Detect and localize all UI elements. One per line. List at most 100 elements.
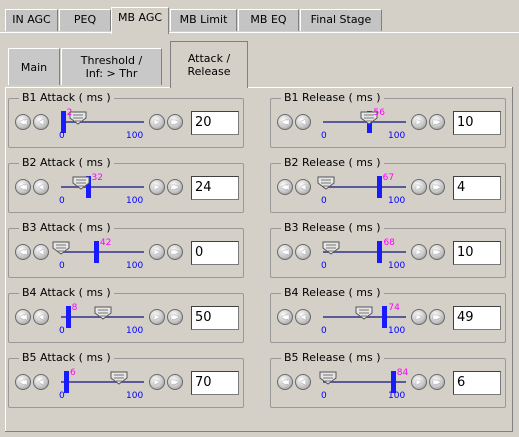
decrement-fast-button[interactable]: ◀◀ [15, 309, 31, 325]
decrement-button[interactable]: ◀ [33, 309, 49, 325]
value-indicator-bar [65, 306, 71, 328]
increment-fast-button[interactable]: ▶▶ [167, 179, 183, 195]
value-input[interactable]: 4 [453, 176, 501, 200]
increment-button[interactable]: ▶ [411, 309, 427, 325]
value-input[interactable]: 20 [191, 111, 239, 135]
indicator-value-label: 8 [71, 303, 78, 313]
value-indicator-bar [60, 111, 66, 133]
slider-min-label: 0 [59, 196, 65, 206]
value-input[interactable]: 6 [453, 371, 501, 395]
group-title: B3 Release ( ms ) [281, 221, 384, 234]
slider-thumb[interactable] [110, 371, 128, 385]
increment-button[interactable]: ▶ [411, 244, 427, 260]
value-input[interactable]: 10 [453, 111, 501, 135]
decrement-button[interactable]: ◀ [33, 374, 49, 390]
slider-track[interactable] [61, 381, 144, 383]
increment-fast-button[interactable]: ▶▶ [167, 309, 183, 325]
subtab-divider [5, 87, 513, 88]
slider-min-label: 0 [321, 391, 327, 401]
tab-peq[interactable]: PEQ [59, 9, 111, 31]
decrement-fast-button[interactable]: ◀◀ [15, 374, 31, 390]
decrement-fast-button[interactable]: ◀◀ [15, 114, 31, 130]
group-title: B1 Attack ( ms ) [19, 91, 114, 104]
param-group: B5 Release ( ms ) ◀◀ ◀ 84 0 100 ▶ ▶▶ 6 [270, 351, 506, 408]
decrement-fast-button[interactable]: ◀◀ [277, 309, 293, 325]
decrement-fast-button[interactable]: ◀◀ [277, 244, 293, 260]
group-title: B5 Attack ( ms ) [19, 351, 114, 364]
decrement-button[interactable]: ◀ [295, 179, 311, 195]
increment-fast-button[interactable]: ▶▶ [429, 114, 445, 130]
slider-thumb[interactable] [355, 306, 373, 320]
indicator-value-label: 2 [66, 108, 73, 118]
slider-thumb[interactable] [319, 371, 337, 385]
decrement-fast-button[interactable]: ◀◀ [15, 244, 31, 260]
panel-border-bottom [5, 431, 513, 432]
decrement-fast-button[interactable]: ◀◀ [277, 179, 293, 195]
subtab-main[interactable]: Main [8, 48, 60, 85]
increment-fast-button[interactable]: ▶▶ [429, 309, 445, 325]
value-input[interactable]: 49 [453, 306, 501, 330]
increment-button[interactable]: ▶ [411, 374, 427, 390]
value-indicator-bar [376, 176, 382, 198]
value-input[interactable]: 0 [191, 241, 239, 265]
increment-button[interactable]: ▶ [149, 179, 165, 195]
group-title: B2 Release ( ms ) [281, 156, 384, 169]
decrement-button[interactable]: ◀ [295, 374, 311, 390]
slider-track[interactable] [61, 251, 144, 253]
slider-min-label: 0 [321, 326, 327, 336]
slider-thumb[interactable] [72, 176, 90, 190]
decrement-fast-button[interactable]: ◀◀ [15, 179, 31, 195]
value-input[interactable]: 70 [191, 371, 239, 395]
decrement-fast-button[interactable]: ◀◀ [277, 374, 293, 390]
increment-button[interactable]: ▶ [149, 114, 165, 130]
decrement-button[interactable]: ◀ [295, 244, 311, 260]
slider-min-label: 0 [59, 391, 65, 401]
slider-min-label: 0 [59, 326, 65, 336]
tab-final-stage[interactable]: Final Stage [300, 9, 382, 31]
increment-button[interactable]: ▶ [149, 244, 165, 260]
tab-mb-eq[interactable]: MB EQ [238, 9, 299, 31]
slider-thumb[interactable] [52, 241, 70, 255]
tab-mb-limit[interactable]: MB Limit [170, 9, 237, 31]
param-group: B2 Release ( ms ) ◀◀ ◀ 67 0 100 ▶ ▶▶ 4 [270, 156, 506, 213]
increment-fast-button[interactable]: ▶▶ [167, 244, 183, 260]
slider-min-label: 0 [321, 261, 327, 271]
increment-button[interactable]: ▶ [149, 309, 165, 325]
slider-thumb[interactable] [322, 241, 340, 255]
tab-divider [0, 32, 519, 33]
group-title: B3 Attack ( ms ) [19, 221, 114, 234]
increment-fast-button[interactable]: ▶▶ [429, 244, 445, 260]
decrement-fast-button[interactable]: ◀◀ [277, 114, 293, 130]
slider-thumb[interactable] [94, 306, 112, 320]
increment-button[interactable]: ▶ [411, 179, 427, 195]
decrement-button[interactable]: ◀ [33, 179, 49, 195]
increment-fast-button[interactable]: ▶▶ [429, 374, 445, 390]
indicator-value-label: 68 [383, 238, 395, 248]
panel-border-left [5, 87, 6, 431]
tab-in-agc[interactable]: IN AGC [5, 9, 58, 31]
increment-fast-button[interactable]: ▶▶ [167, 374, 183, 390]
decrement-button[interactable]: ◀ [33, 114, 49, 130]
increment-fast-button[interactable]: ▶▶ [429, 179, 445, 195]
subtab-threshold[interactable]: Threshold / Inf: > Thr [61, 48, 162, 85]
slider-max-label: 100 [388, 261, 406, 271]
increment-fast-button[interactable]: ▶▶ [167, 114, 183, 130]
slider-thumb[interactable] [317, 176, 335, 190]
tab-mb-agc[interactable]: MB AGC [111, 7, 169, 34]
decrement-button[interactable]: ◀ [295, 309, 311, 325]
param-group: B1 Attack ( ms ) ◀◀ ◀ 2 0 100 ▶ ▶▶ 20 [8, 91, 244, 148]
value-indicator-bar [390, 371, 396, 393]
decrement-button[interactable]: ◀ [295, 114, 311, 130]
value-input[interactable]: 24 [191, 176, 239, 200]
indicator-value-label: 84 [396, 368, 409, 378]
value-input[interactable]: 10 [453, 241, 501, 265]
increment-button[interactable]: ▶ [411, 114, 427, 130]
value-input[interactable]: 50 [191, 306, 239, 330]
param-group: B5 Attack ( ms ) ◀◀ ◀ 6 0 100 ▶ ▶▶ 70 [8, 351, 244, 408]
subtab-attack-release[interactable]: Attack / Release [170, 41, 248, 88]
slider-max-label: 100 [388, 326, 406, 336]
decrement-button[interactable]: ◀ [33, 244, 49, 260]
increment-button[interactable]: ▶ [149, 374, 165, 390]
indicator-value-label: 56 [373, 108, 385, 118]
slider-track[interactable] [323, 186, 406, 188]
